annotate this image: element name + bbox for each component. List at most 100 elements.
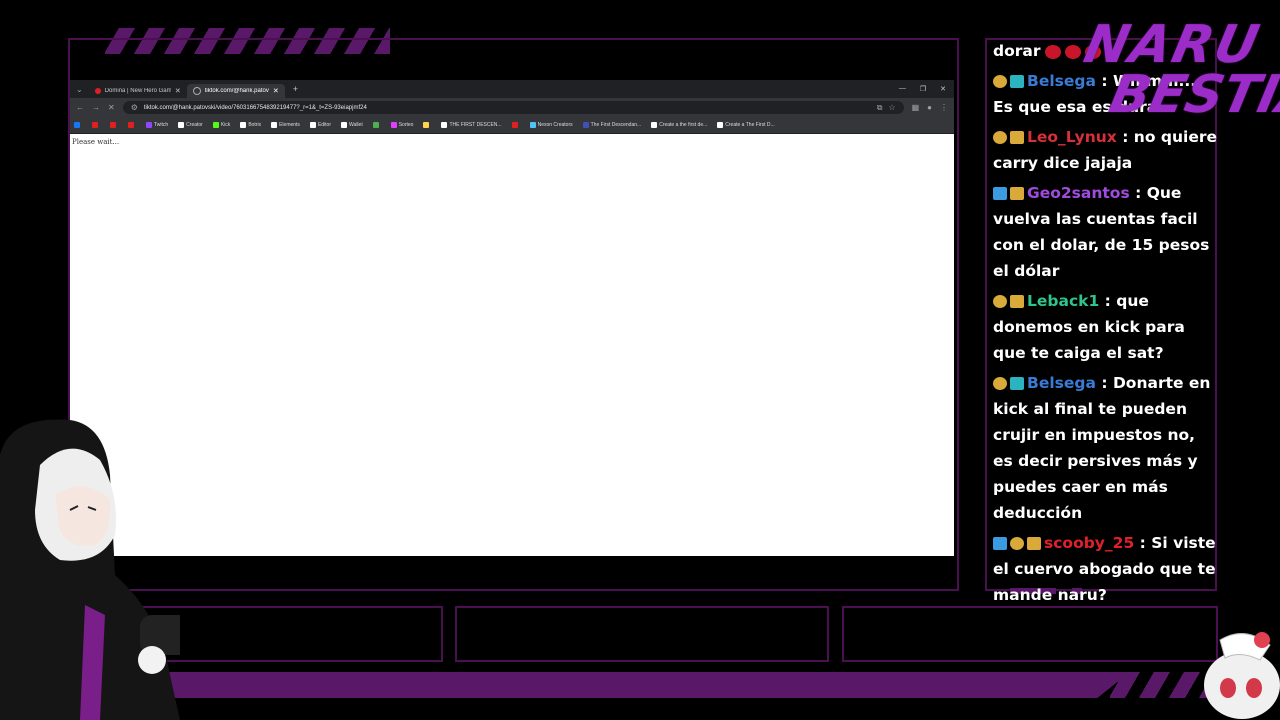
back-icon[interactable]: ← — [76, 103, 84, 112]
bookmark-favicon-icon — [110, 122, 116, 128]
sub-badge-icon — [1010, 75, 1024, 88]
bookmark-label: Create a the first de... — [659, 122, 708, 128]
bookmark-label: Creator — [186, 122, 203, 128]
site-info-icon[interactable]: ⚙ — [131, 103, 138, 112]
logo-line-1: NARU — [1078, 15, 1266, 75]
bookmark-item[interactable]: Elements — [271, 122, 300, 128]
profile-icon[interactable]: ● — [927, 103, 932, 112]
chat-username[interactable]: Leo_Lynux — [1027, 128, 1117, 146]
bookmark-item[interactable]: THE FIRST DESCEN... — [441, 122, 502, 128]
minimize-icon[interactable]: — — [899, 85, 906, 93]
info-panel-right — [842, 606, 1218, 662]
bookmark-label: Nexon Creators — [537, 122, 573, 128]
bookmark-favicon-icon — [309, 122, 316, 128]
new-tab-button[interactable]: + — [285, 84, 306, 94]
chat-message: scooby_25 : Si viste el cuervo abogado q… — [993, 530, 1219, 608]
chat-username[interactable]: Belsega — [1027, 374, 1096, 392]
bookmark-item[interactable]: Create a the first de... — [651, 122, 707, 128]
loading-text: Please wait... — [72, 138, 120, 146]
extensions-icon[interactable]: ▦ — [912, 103, 920, 112]
window-controls: — ❐ ✕ — [899, 85, 954, 93]
bookmark-favicon-icon — [128, 122, 134, 128]
bookmark-favicon-icon — [441, 122, 448, 128]
browser-window: ⌄ Domina | New Hero Gameplay ✕ tiktok.co… — [70, 80, 954, 556]
chat-message: Geo2santos : Que vuelva las cuentas faci… — [993, 180, 1219, 284]
chat-message: Leback1 : que donemos en kick para que t… — [993, 288, 1219, 366]
tab-tiktok[interactable]: tiktok.com/@hank.patovski/vid ✕ — [186, 84, 285, 98]
url-text[interactable]: tiktok.com/@hank.patovski/video/76031667… — [144, 105, 367, 111]
bottom-bar — [40, 672, 1130, 698]
bookmark-item[interactable] — [128, 122, 136, 128]
translate-icon[interactable]: ⧉ — [877, 103, 883, 113]
tab-title: Domina | New Hero Gameplay — [104, 88, 171, 94]
bookmark-item[interactable] — [423, 122, 431, 128]
bookmark-label: Sorteo — [398, 122, 414, 128]
chat-username[interactable]: Leback1 — [1027, 292, 1099, 310]
bookmark-label: THE FIRST DESCEN... — [449, 122, 502, 128]
chat-text: dorar — [993, 42, 1041, 60]
bookmark-item[interactable] — [92, 122, 100, 128]
bookmark-item[interactable]: Create a The First D... — [717, 122, 775, 128]
restore-icon[interactable]: ❐ — [920, 85, 926, 93]
bookmark-item[interactable]: The First Descendan... — [582, 122, 641, 128]
channel-logo: NARU BESTIA — [1069, 15, 1280, 125]
bookmark-item[interactable]: Twitch — [146, 122, 168, 128]
address-bar[interactable]: ⚙ tiktok.com/@hank.patovski/video/760316… — [122, 101, 904, 114]
bookmark-label: Editor — [317, 122, 331, 128]
bookmark-favicon-icon — [529, 122, 536, 128]
loading-icon — [192, 87, 201, 95]
bookmark-item[interactable] — [511, 122, 520, 128]
bookmark-star-icon[interactable]: ☆ — [888, 103, 895, 112]
bookmark-favicon-icon — [651, 122, 658, 128]
bookmark-item[interactable]: Wallet — [341, 122, 363, 128]
mod-badge-icon — [993, 187, 1007, 200]
tab-title: tiktok.com/@hank.patovski/vid — [204, 88, 269, 94]
bookmark-item[interactable]: Sorteo — [390, 122, 414, 128]
address-row: ← → ✕ ⚙ tiktok.com/@hank.patovski/video/… — [70, 98, 954, 117]
bookmark-favicon-icon — [341, 122, 347, 128]
emoji-badge-icon — [993, 75, 1007, 88]
bookmark-favicon-icon — [423, 122, 430, 128]
menu-icon[interactable]: ⋮ — [940, 103, 948, 112]
chat-username[interactable]: scooby_25 — [1044, 534, 1134, 552]
close-tab-icon[interactable]: ✕ — [175, 87, 181, 95]
close-tab-icon[interactable]: ✕ — [273, 87, 279, 95]
bookmark-label: Wallet — [349, 122, 363, 128]
mascot-avatar — [1204, 632, 1280, 719]
bookmark-item[interactable]: Creator — [178, 122, 203, 128]
emoji-badge-icon — [993, 131, 1007, 144]
bookmark-item[interactable] — [110, 122, 118, 128]
logo-line-2: BESTIA — [1104, 65, 1280, 125]
emoji-badge-icon — [1010, 537, 1024, 550]
tab-bar: ⌄ Domina | New Hero Gameplay ✕ tiktok.co… — [70, 80, 954, 98]
bookmark-favicon-icon — [511, 122, 518, 128]
tab-list-icon[interactable]: ⌄ — [70, 85, 89, 94]
stop-icon[interactable]: ✕ — [108, 103, 115, 112]
bookmark-label: Create a The First D... — [725, 122, 775, 128]
bookmarks-bar: Twitch Creator Kick Botrix Elements Editor Wal… — [70, 117, 954, 134]
bookmark-favicon-icon — [582, 122, 589, 128]
bookmark-label: Kick — [220, 122, 231, 128]
bookmark-item[interactable]: Nexon Creators — [529, 122, 573, 128]
vtuber-avatar — [0, 419, 180, 720]
chat-message: Belsega : Donarte en kick al final te pu… — [993, 370, 1219, 526]
forward-icon[interactable]: → — [92, 103, 100, 112]
chat-emote-icon — [1044, 44, 1061, 59]
bookmark-label: Botrix — [248, 122, 262, 128]
chat-username[interactable]: Geo2santos — [1027, 184, 1130, 202]
bookmark-item[interactable] — [74, 122, 82, 128]
bookmark-item[interactable]: Editor — [309, 122, 331, 128]
emoji-badge-icon — [993, 377, 1007, 390]
bookmark-item[interactable]: Botrix — [240, 122, 261, 128]
bookmark-favicon-icon — [271, 122, 278, 128]
bookmark-item[interactable] — [372, 122, 381, 128]
bookmark-favicon-icon — [240, 122, 247, 128]
chat-text: : Donarte en kick al final te pueden cru… — [993, 374, 1211, 522]
mod-badge-icon — [993, 537, 1007, 550]
close-window-icon[interactable]: ✕ — [940, 85, 946, 93]
emoji-badge-icon — [993, 295, 1007, 308]
bookmark-item[interactable]: Kick — [212, 122, 231, 128]
bookmark-favicon-icon — [717, 122, 724, 128]
page-content: Please wait... — [70, 134, 954, 150]
tab-domina[interactable]: Domina | New Hero Gameplay ✕ — [89, 84, 187, 98]
